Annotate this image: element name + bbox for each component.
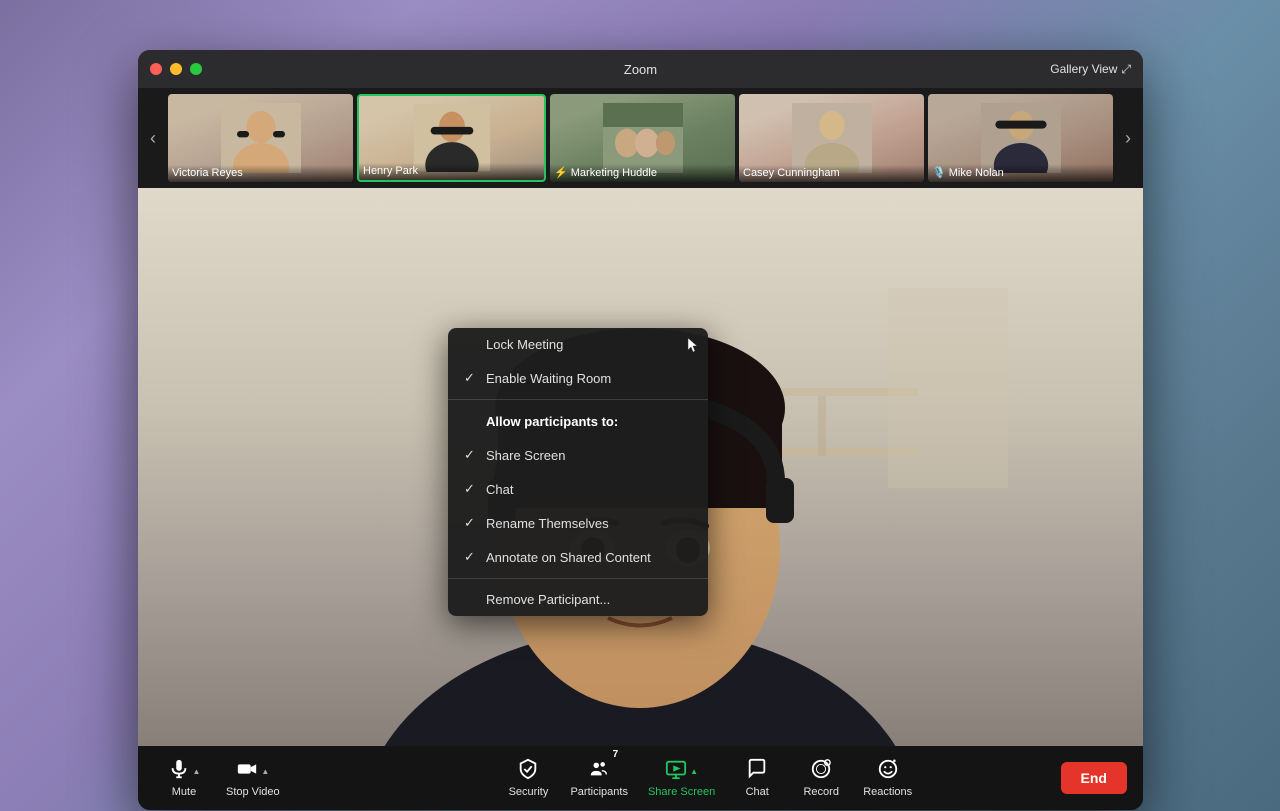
next-nav-button[interactable]: › [1113, 94, 1143, 182]
microphone-icon [168, 758, 190, 780]
record-button[interactable]: Record [791, 754, 851, 802]
lock-meeting-label: Lock Meeting [486, 337, 563, 352]
participants-label: Participants [570, 786, 627, 798]
maximize-button[interactable] [190, 63, 202, 75]
menu-item-remove-participant[interactable]: Remove Participant... [448, 583, 708, 616]
stop-video-label: Stop Video [226, 786, 280, 798]
chat-label: Chat [746, 786, 769, 798]
mute-arrow[interactable]: ▲ [193, 767, 201, 776]
share-screen-label: Share Screen [648, 786, 715, 798]
thumbnails-container: Victoria Reyes Henry Park [168, 94, 1113, 182]
menu-item-share-screen[interactable]: ✓ Share Screen [448, 438, 708, 472]
thumbnail-strip: ‹ Victoria Reyes [138, 88, 1143, 188]
waiting-room-check: ✓ [464, 370, 478, 386]
menu-item-chat[interactable]: ✓ Chat [448, 472, 708, 506]
thumbnail-henry-park[interactable]: Henry Park [357, 94, 546, 182]
mute-button[interactable]: ▲ Mute [154, 754, 214, 802]
security-button[interactable]: Security [498, 754, 558, 802]
menu-divider-1 [448, 399, 708, 400]
rename-check: ✓ [464, 515, 478, 531]
chat-button[interactable]: Chat [727, 754, 787, 802]
gallery-view-button[interactable]: Gallery View ⤢ [1050, 62, 1131, 77]
thumbnail-marketing-huddle[interactable]: ⚡ Marketing Huddle [550, 94, 735, 182]
thumbnail-mike-nolan[interactable]: 🎙️ Mike Nolan [928, 94, 1113, 182]
rename-themselves-label: Rename Themselves [486, 516, 609, 531]
menu-item-enable-waiting-room[interactable]: ✓ Enable Waiting Room [448, 361, 708, 395]
chat-bubble-icon [746, 758, 768, 780]
video-arrow[interactable]: ▲ [261, 767, 269, 776]
participants-button[interactable]: 7 Participants [562, 754, 635, 802]
toolbar-center: Security 7 Participants [498, 754, 920, 802]
thumbnail-casey-cunningham[interactable]: Casey Cunningham [739, 94, 924, 182]
annotate-check: ✓ [464, 549, 478, 565]
reactions-label: Reactions [863, 786, 912, 798]
share-screen-check: ✓ [464, 447, 478, 463]
shield-icon [517, 758, 539, 780]
mike-video-feed [947, 103, 1095, 173]
toolbar-left: ▲ Mute ▲ Stop Video [154, 754, 288, 802]
thumbnail-victoria-reyes[interactable]: Victoria Reyes [168, 94, 353, 182]
allow-participants-header: Allow participants to: [448, 404, 708, 438]
thumb-label-marketing: ⚡ Marketing Huddle [550, 164, 735, 182]
casey-video-feed [758, 103, 906, 173]
reactions-icon [877, 758, 899, 784]
participants-icon: 7 [588, 758, 610, 784]
share-screen-icon [665, 758, 687, 784]
people-icon [588, 758, 610, 780]
close-button[interactable] [150, 63, 162, 75]
window-title: Zoom [624, 62, 657, 77]
prev-nav-button[interactable]: ‹ [138, 94, 168, 182]
thumb-label-henry: Henry Park [359, 163, 544, 180]
security-label: Security [509, 786, 549, 798]
allow-participants-label: Allow participants to: [486, 414, 618, 429]
remove-participant-label: Remove Participant... [486, 592, 610, 607]
minimize-button[interactable] [170, 63, 182, 75]
expand-icon: ⤢ [1121, 62, 1131, 77]
victoria-video-feed [187, 103, 335, 173]
end-button[interactable]: End [1061, 762, 1127, 794]
mike-icon: 🎙️ [932, 167, 946, 179]
cursor-icon [686, 336, 700, 354]
henry-video-feed [378, 104, 526, 171]
record-circle-icon [810, 758, 832, 780]
thumb-label-mike: 🎙️ Mike Nolan [928, 164, 1113, 182]
menu-item-annotate[interactable]: ✓ Annotate on Shared Content [448, 540, 708, 574]
security-popup-menu: Lock Meeting ✓ Enable Waiting Room Allow… [448, 328, 708, 616]
emoji-icon [877, 758, 899, 780]
reactions-button[interactable]: Reactions [855, 754, 920, 802]
chat-check: ✓ [464, 481, 478, 497]
share-screen-label: Share Screen [486, 448, 566, 463]
security-icon [517, 758, 539, 784]
share-screen-button[interactable]: ▲ Share Screen [640, 754, 723, 802]
thumb-label-casey: Casey Cunningham [739, 165, 924, 182]
marketing-icon: ⚡ [554, 167, 568, 179]
toolbar: ▲ Mute ▲ Stop Video [138, 746, 1143, 810]
camera-icon [236, 758, 258, 780]
main-video-area: Lock Meeting ✓ Enable Waiting Room Allow… [138, 188, 1143, 746]
thumb-label-victoria: Victoria Reyes [168, 165, 353, 182]
chat-label: Chat [486, 482, 513, 497]
menu-item-lock-meeting[interactable]: Lock Meeting [448, 328, 708, 361]
waiting-room-label: Enable Waiting Room [486, 371, 611, 386]
mute-icon [168, 758, 190, 784]
mute-label: Mute [172, 786, 196, 798]
chat-icon [746, 758, 768, 784]
gallery-view-label: Gallery View [1050, 62, 1117, 76]
record-icon [810, 758, 832, 784]
traffic-lights [150, 63, 202, 75]
record-label: Record [803, 786, 838, 798]
marketing-video-feed [569, 103, 717, 173]
menu-item-rename-themselves[interactable]: ✓ Rename Themselves [448, 506, 708, 540]
stop-video-button[interactable]: ▲ Stop Video [218, 754, 288, 802]
zoom-window: Zoom Gallery View ⤢ ‹ Victoria [138, 50, 1143, 810]
participants-count-badge: 7 [613, 750, 619, 760]
video-icon [236, 758, 258, 784]
titlebar: Zoom Gallery View ⤢ [138, 50, 1143, 88]
menu-divider-2 [448, 578, 708, 579]
annotate-label: Annotate on Shared Content [486, 550, 651, 565]
share-screen-arrow[interactable]: ▲ [690, 767, 698, 776]
screen-share-icon [665, 758, 687, 780]
